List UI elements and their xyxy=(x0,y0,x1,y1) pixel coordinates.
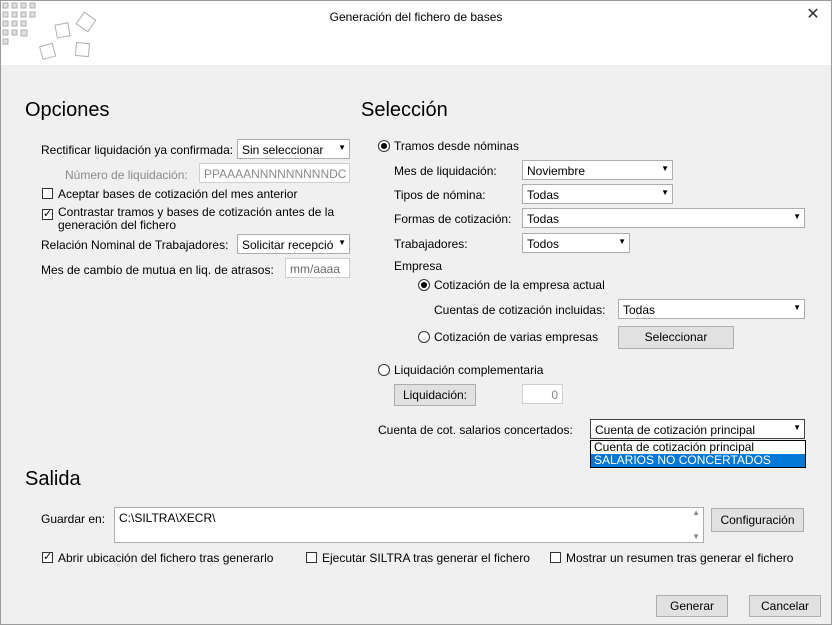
dialog-window: Generación del fichero de bases ✕ Opcion… xyxy=(0,0,832,625)
mes-cambio-input[interactable]: mm/aaaa xyxy=(285,258,350,278)
cuenta-cot-dropdown-list: Cuenta de cotización principal SALARIOS … xyxy=(590,440,806,468)
opciones-heading: Opciones xyxy=(25,99,110,121)
tipos-nomina-select[interactable]: Todas ▼ xyxy=(522,184,673,204)
scroll-down-icon[interactable]: ▼ xyxy=(692,532,700,541)
mes-liquidacion-value: Noviembre xyxy=(527,164,586,178)
relacion-select[interactable]: Solicitar recepció ▼ xyxy=(237,234,350,254)
cancelar-button[interactable]: Cancelar xyxy=(749,595,821,617)
aceptar-label: Aceptar bases de cotización del mes ante… xyxy=(58,187,298,201)
trabajadores-value: Todos xyxy=(527,237,560,251)
trabajadores-label: Trabajadores: xyxy=(394,237,468,251)
chevron-down-icon: ▼ xyxy=(338,143,346,152)
chevron-down-icon: ▼ xyxy=(661,188,669,197)
complementaria-label: Liquidación complementaria xyxy=(394,363,544,377)
empresa-actual-label: Cotización de la empresa actual xyxy=(434,278,605,292)
tramos-radio[interactable] xyxy=(378,140,390,152)
chevron-down-icon: ▼ xyxy=(661,164,669,173)
aceptar-checkbox[interactable] xyxy=(42,188,53,199)
empresa-actual-radio[interactable] xyxy=(418,279,430,291)
mes-liquidacion-select[interactable]: Noviembre ▼ xyxy=(522,160,673,180)
tipos-nomina-value: Todas xyxy=(527,188,560,202)
chevron-down-icon: ▼ xyxy=(793,423,801,432)
seleccionar-button[interactable]: Seleccionar xyxy=(618,326,734,349)
scroll-up-icon[interactable]: ▲ xyxy=(692,508,700,517)
mes-cambio-placeholder: mm/aaaa xyxy=(290,262,341,276)
rectificar-select[interactable]: Sin seleccionar ▼ xyxy=(237,139,350,159)
mostrar-resumen-checkbox[interactable] xyxy=(550,552,561,563)
varias-empresas-label: Cotización de varias empresas xyxy=(434,330,599,344)
dropdown-option-selected[interactable]: SALARIOS NO CONCERTADOS xyxy=(591,454,805,467)
complementaria-radio[interactable] xyxy=(378,364,390,376)
cuentas-incluidas-label: Cuentas de cotización incluidas: xyxy=(434,303,606,317)
cuentas-incluidas-select[interactable]: Todas ▼ xyxy=(618,299,805,319)
mes-liquidacion-label: Mes de liquidación: xyxy=(394,164,497,178)
window-title: Generación del fichero de bases xyxy=(329,10,503,24)
generar-button[interactable]: Generar xyxy=(656,595,728,617)
ejecutar-siltra-checkbox[interactable] xyxy=(306,552,317,563)
liquidacion-input[interactable]: 0 xyxy=(522,384,563,404)
liquidacion-button[interactable]: Liquidación: xyxy=(394,384,476,406)
chevron-down-icon: ▼ xyxy=(793,303,801,312)
cuenta-cot-label: Cuenta de cot. salarios concertados: xyxy=(378,423,573,437)
abrir-ubicacion-label: Abrir ubicación del fichero tras generar… xyxy=(58,551,274,565)
seleccion-heading: Selección xyxy=(361,99,448,121)
relacion-value: Solicitar recepció xyxy=(242,238,334,252)
guardar-path-input[interactable]: C:\SILTRA\XECR\ ▲ ▼ xyxy=(114,507,704,543)
cuentas-incluidas-value: Todas xyxy=(623,303,656,317)
rectificar-value: Sin seleccionar xyxy=(242,143,324,157)
cuenta-cot-value: Cuenta de cotización principal xyxy=(595,423,756,437)
numero-liquidacion-input[interactable]: PPAAAANNNNNNNNNDC xyxy=(199,163,350,183)
chevron-down-icon: ▼ xyxy=(618,237,626,246)
chevron-down-icon: ▼ xyxy=(338,238,346,247)
cuenta-cot-select[interactable]: Cuenta de cotización principal ▼ xyxy=(590,419,805,439)
tipos-nomina-label: Tipos de nómina: xyxy=(394,188,486,202)
close-icon[interactable]: ✕ xyxy=(803,4,823,24)
mes-cambio-label: Mes de cambio de mutua en liq. de atraso… xyxy=(41,263,274,277)
formas-cotizacion-select[interactable]: Todas ▼ xyxy=(522,208,805,228)
title-bar: Generación del fichero de bases ✕ xyxy=(1,1,831,65)
guardar-label: Guardar en: xyxy=(41,512,106,526)
abrir-ubicacion-checkbox[interactable] xyxy=(42,550,53,563)
chevron-down-icon: ▼ xyxy=(793,212,801,221)
varias-empresas-radio[interactable] xyxy=(418,331,430,343)
empresa-label: Empresa xyxy=(394,259,443,273)
contrastar-label-line2: generación del fichero xyxy=(58,218,177,232)
dialog-footer: Generar Cancelar xyxy=(1,586,831,624)
contrastar-label-line1: Contrastar tramos y bases de cotización … xyxy=(58,205,335,219)
tramos-label: Tramos desde nóminas xyxy=(394,139,519,153)
trabajadores-select[interactable]: Todos ▼ xyxy=(522,233,630,253)
numero-placeholder: PPAAAANNNNNNNNNDC xyxy=(204,167,347,181)
numero-label: Número de liquidación: xyxy=(65,168,188,182)
ejecutar-siltra-label: Ejecutar SILTRA tras generar el fichero xyxy=(322,551,530,565)
formas-cotizacion-label: Formas de cotización: xyxy=(394,212,512,226)
guardar-path-value: C:\SILTRA\XECR\ xyxy=(119,511,216,525)
configuracion-button[interactable]: Configuración xyxy=(711,508,804,532)
liquidacion-value: 0 xyxy=(551,388,558,402)
relacion-label: Relación Nominal de Trabajadores: xyxy=(41,238,229,252)
contrastar-checkbox[interactable] xyxy=(42,207,53,220)
formas-cotizacion-value: Todas xyxy=(527,212,560,226)
salida-heading: Salida xyxy=(25,468,81,490)
mostrar-resumen-label: Mostrar un resumen tras generar el fiche… xyxy=(566,551,794,565)
rectificar-label: Rectificar liquidación ya confirmada: xyxy=(41,143,234,157)
